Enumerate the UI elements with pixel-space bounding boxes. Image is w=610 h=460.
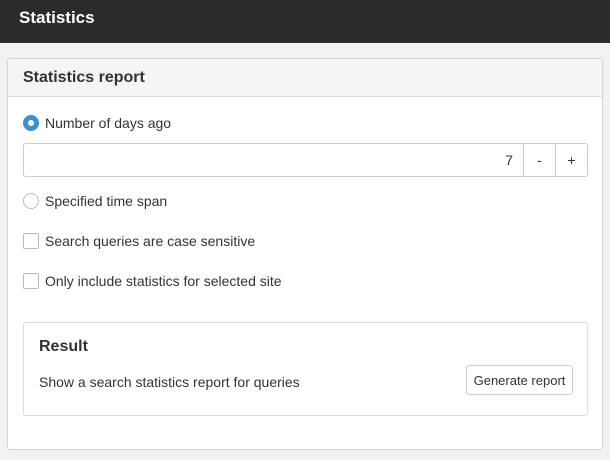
panel-title: Statistics report — [8, 59, 602, 97]
days-ago-option[interactable]: Number of days ago — [23, 113, 171, 133]
app-title: Statistics — [19, 8, 95, 27]
time-span-option[interactable]: Specified time span — [23, 191, 167, 211]
app-header: Statistics — [0, 0, 610, 43]
days-ago-radio[interactable] — [23, 115, 39, 131]
time-span-radio[interactable] — [23, 193, 39, 209]
selected-site-checkbox[interactable] — [23, 273, 39, 289]
generate-report-button[interactable]: Generate report — [466, 365, 573, 395]
result-description: Show a search statistics report for quer… — [39, 374, 300, 390]
increment-button[interactable]: + — [555, 144, 587, 176]
result-box: Result Show a search statistics report f… — [23, 322, 588, 416]
result-title: Result — [39, 338, 88, 355]
days-input[interactable] — [24, 144, 523, 176]
case-sensitive-checkbox[interactable] — [23, 233, 39, 249]
case-sensitive-label: Search queries are case sensitive — [45, 233, 256, 249]
statistics-report-panel: Statistics report Number of days ago - +… — [7, 58, 603, 450]
case-sensitive-option[interactable]: Search queries are case sensitive — [23, 231, 255, 251]
decrement-button[interactable]: - — [523, 144, 555, 176]
time-span-label: Specified time span — [45, 193, 168, 209]
selected-site-label: Only include statistics for selected sit… — [45, 273, 282, 289]
days-ago-label: Number of days ago — [45, 115, 172, 131]
days-stepper: - + — [23, 143, 588, 177]
selected-site-option[interactable]: Only include statistics for selected sit… — [23, 271, 282, 291]
